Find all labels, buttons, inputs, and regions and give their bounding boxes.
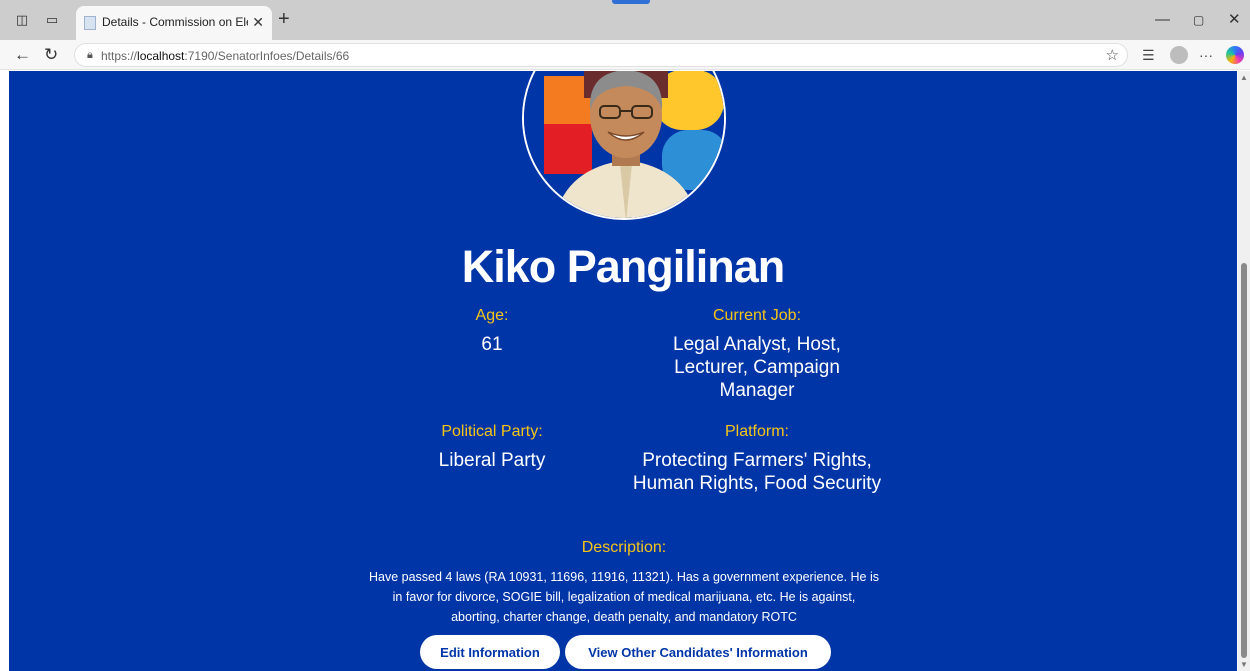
- close-icon[interactable]: ✕: [252, 14, 264, 30]
- edit-information-button[interactable]: Edit Information: [420, 635, 560, 669]
- minimize-icon[interactable]: —: [1155, 11, 1170, 29]
- copilot-icon[interactable]: [1226, 46, 1244, 64]
- profile-icon[interactable]: [1170, 46, 1188, 64]
- window-drag-indicator: [612, 0, 650, 4]
- active-tab[interactable]: Details - Commission on Elections ✕: [76, 6, 272, 40]
- document-icon: [84, 16, 96, 30]
- candidate-details-page: Kiko Pangilinan Age: 61 Current Job: Leg…: [9, 71, 1237, 671]
- window-close-icon[interactable]: ✕: [1228, 11, 1241, 29]
- star-icon[interactable]: ☆: [1106, 46, 1119, 64]
- url-input[interactable]: 🔒︎ https://localhost:7190/SenatorInfoes/…: [74, 43, 1128, 67]
- description-label: Description:: [581, 539, 667, 556]
- browser-address-bar: ← ↻ 🔒︎ https://localhost:7190/SenatorInf…: [0, 40, 1250, 70]
- browser-tab-bar: ◫ ▭ Details - Commission on Elections ✕ …: [0, 0, 1250, 40]
- candidate-photo-illustration: [524, 71, 724, 218]
- tab-actions-icon[interactable]: ▭: [44, 12, 60, 28]
- favorites-icon[interactable]: ☰: [1142, 47, 1155, 63]
- current-job-label: Current Job:: [712, 307, 802, 324]
- scroll-down-icon[interactable]: ▼: [1240, 660, 1248, 669]
- scroll-up-icon[interactable]: ▲: [1240, 73, 1248, 82]
- page-scrollbar[interactable]: ▲ ▼: [1238, 71, 1250, 671]
- scroll-thumb[interactable]: [1241, 263, 1247, 658]
- platform-value: Protecting Farmers' Rights, Human Rights…: [632, 450, 882, 494]
- candidate-name: Kiko Pangilinan: [461, 241, 786, 292]
- workspaces-icon[interactable]: ◫: [14, 12, 30, 28]
- political-party-label: Political Party:: [441, 423, 543, 440]
- more-icon[interactable]: ···: [1199, 47, 1213, 63]
- view-other-candidates-button[interactable]: View Other Candidates' Information: [565, 635, 831, 669]
- restore-icon[interactable]: ▢: [1193, 11, 1204, 29]
- candidate-photo: [522, 71, 726, 220]
- tab-title: Details - Commission on Elections: [102, 15, 248, 29]
- platform-label: Platform:: [724, 423, 789, 440]
- url-text: https://localhost:7190/SenatorInfoes/Det…: [101, 49, 350, 63]
- lock-icon: 🔒︎: [87, 49, 93, 61]
- description-text: Have passed 4 laws (RA 10931, 11696, 119…: [368, 570, 880, 624]
- back-arrow-icon[interactable]: ←: [14, 45, 31, 65]
- current-job-value: Legal Analyst, Host, Lecturer, Campaign …: [673, 334, 841, 401]
- age-label: Age:: [475, 307, 509, 324]
- refresh-icon[interactable]: ↻: [44, 45, 58, 65]
- political-party-value: Liberal Party: [438, 450, 546, 471]
- plus-icon[interactable]: +: [278, 9, 290, 29]
- age-value: 61: [481, 334, 503, 355]
